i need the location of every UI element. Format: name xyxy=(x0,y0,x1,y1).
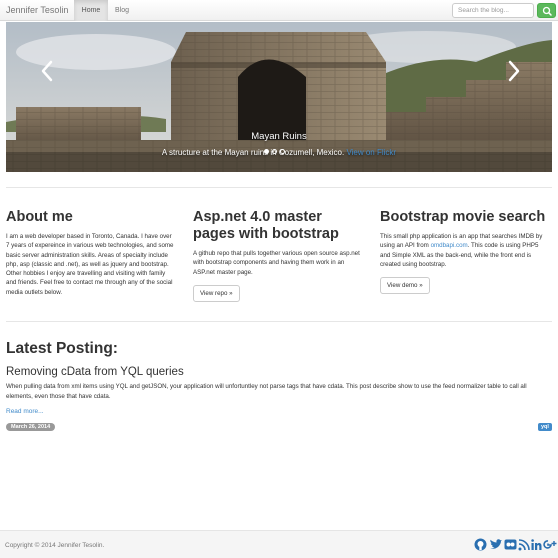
nav-home-link[interactable]: Home xyxy=(74,0,108,21)
aspnet-text: A github repo that pulls together variou… xyxy=(193,250,360,276)
carousel-next-button[interactable] xyxy=(506,59,522,83)
carousel-caption: A structure at the Mayan ruins in Cozume… xyxy=(6,148,552,157)
carousel-caption-title: Mayan Ruins xyxy=(251,131,307,142)
view-repo-button[interactable]: View repo » xyxy=(193,284,240,302)
footer: Copyright © 2014 Jennifer Tesolin. xyxy=(0,530,558,558)
divider xyxy=(6,321,552,322)
about-me-heading: About me xyxy=(6,209,73,225)
chevron-left-icon xyxy=(41,60,53,82)
movie-search-heading: Bootstrap movie search xyxy=(380,209,546,225)
github-icon[interactable] xyxy=(474,538,487,551)
aspnet-heading: Asp.net 4.0 master pages with bootstrap xyxy=(193,209,339,242)
copyright-text: Copyright © 2014 Jennifer Tesolin. xyxy=(5,542,105,549)
search-button[interactable] xyxy=(537,3,556,18)
latest-posting-heading: Latest Posting: xyxy=(6,340,118,357)
brand-link[interactable]: Jennifer Tesolin xyxy=(6,5,68,15)
hero-carousel: Mayan Ruins A structure at the Mayan rui… xyxy=(6,22,552,172)
search-input[interactable] xyxy=(452,3,534,18)
carousel-indicator[interactable] xyxy=(280,149,285,154)
carousel-indicator[interactable] xyxy=(264,149,269,154)
chevron-right-icon xyxy=(508,60,520,82)
search-icon xyxy=(542,6,552,16)
aspnet-column: Asp.net 4.0 master pages with bootstrap … xyxy=(193,209,363,302)
twitter-icon[interactable] xyxy=(489,538,502,551)
google-plus-icon[interactable] xyxy=(543,538,557,551)
post-excerpt: When pulling data from xml items using Y… xyxy=(6,383,527,400)
movie-search-text: This small php application is an app tha… xyxy=(380,232,550,269)
linkedin-icon[interactable] xyxy=(531,538,542,551)
about-me-text: I am a web developer based in Toronto, C… xyxy=(6,233,174,296)
rss-icon[interactable] xyxy=(518,538,530,551)
carousel-indicator[interactable] xyxy=(272,149,277,154)
omdbapi-link[interactable]: omdbapi.com xyxy=(431,242,468,249)
carousel-caption-text: A structure at the Mayan ruins in Cozume… xyxy=(161,148,345,157)
post-tag-label[interactable]: yql xyxy=(538,423,552,431)
about-me-column: About me I am a web developer based in T… xyxy=(6,209,176,297)
carousel-prev-button[interactable] xyxy=(39,59,55,83)
flickr-icon[interactable] xyxy=(504,538,517,551)
navbar: Jennifer Tesolin Home Blog xyxy=(0,0,558,21)
post-title[interactable]: Removing cData from YQL queries xyxy=(6,366,184,378)
nav-blog-link[interactable]: Blog xyxy=(108,0,136,21)
post-date-badge: March 26, 2014 xyxy=(6,423,56,431)
movie-search-column: Bootstrap movie search This small php ap… xyxy=(380,209,550,295)
divider xyxy=(6,187,552,188)
read-more-link[interactable]: Read more... xyxy=(6,408,44,415)
view-demo-button[interactable]: View demo » xyxy=(380,277,430,295)
view-on-flickr-link[interactable]: View on Flickr xyxy=(346,148,396,157)
